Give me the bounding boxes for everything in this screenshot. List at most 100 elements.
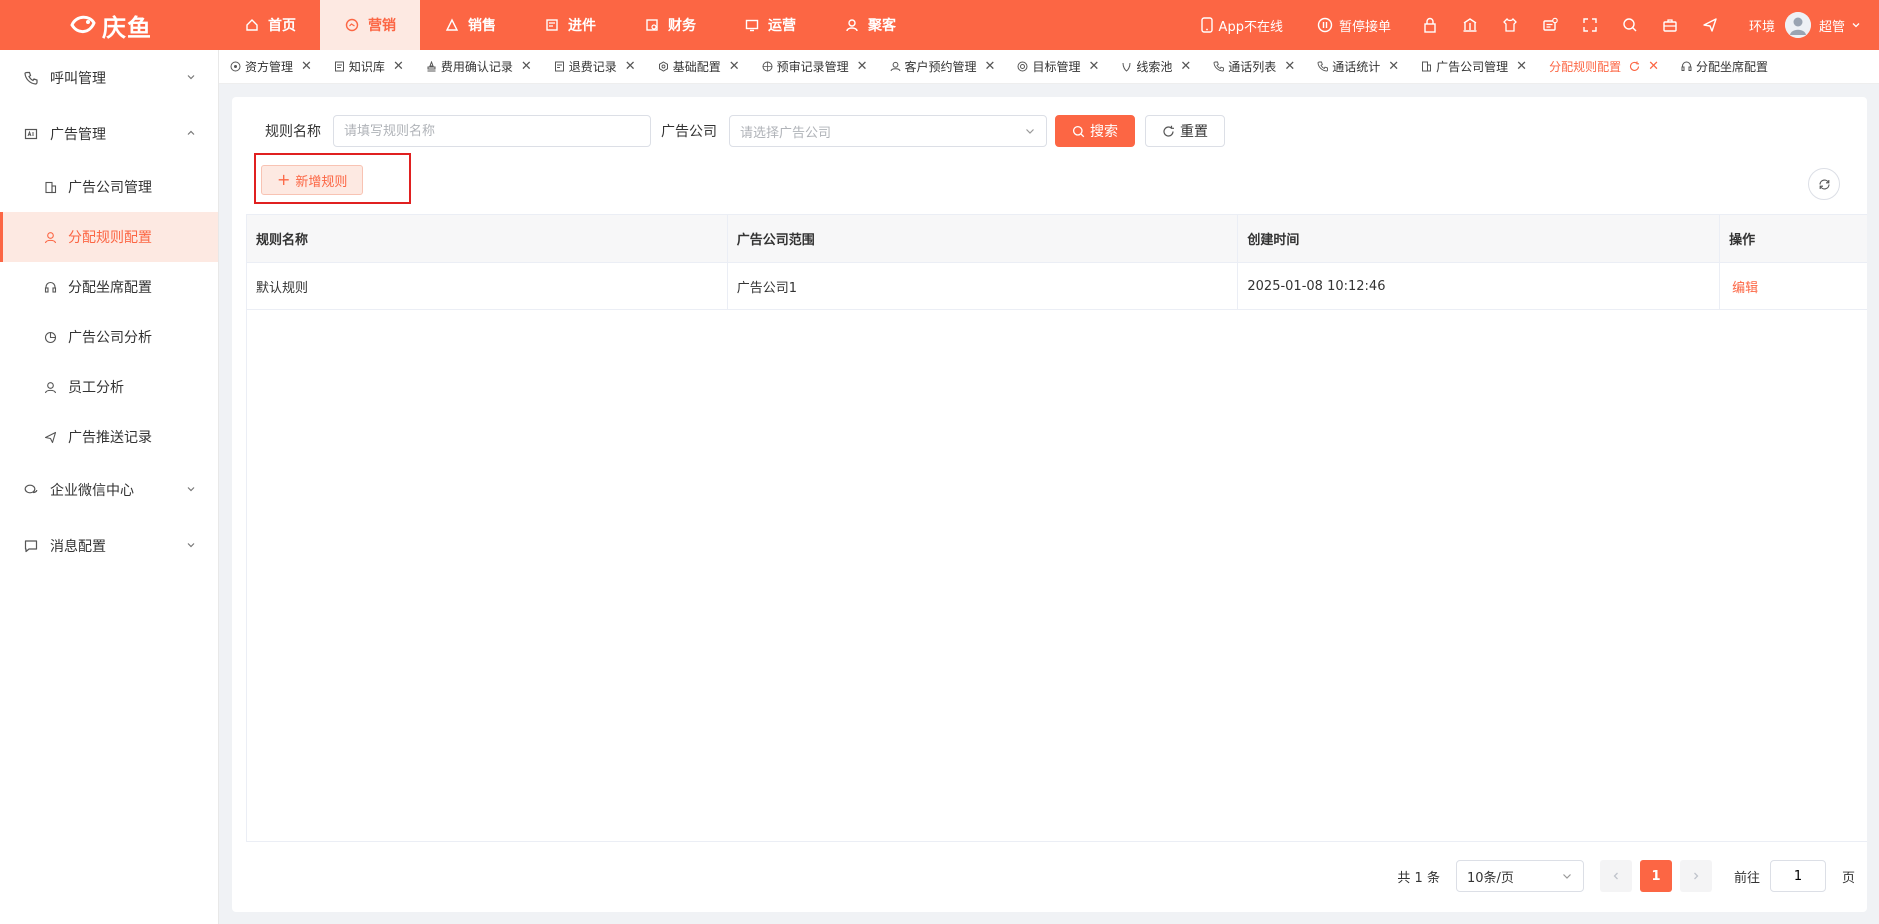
nav-operations[interactable]: 运营 xyxy=(720,0,820,50)
sidebar-item-company-analysis[interactable]: 广告公司分析 xyxy=(0,312,218,362)
search-icon xyxy=(1072,125,1085,137)
user-icon xyxy=(890,61,901,72)
column-header: 创建时间 xyxy=(1238,215,1721,262)
document-icon xyxy=(334,61,345,72)
headset-icon xyxy=(1681,61,1692,72)
plus-icon: + xyxy=(277,170,291,189)
nav-home[interactable]: 首页 xyxy=(220,0,320,50)
edit-link[interactable]: 编辑 xyxy=(1729,277,1758,296)
nav-marketing[interactable]: 营销 xyxy=(320,0,420,50)
user-menu[interactable]: 超管 xyxy=(1819,16,1861,35)
close-icon[interactable]: ✕ xyxy=(625,59,636,74)
close-icon[interactable]: ✕ xyxy=(1284,59,1295,74)
refresh-icon[interactable] xyxy=(1629,61,1640,72)
operations-icon xyxy=(744,17,760,33)
briefcase-icon[interactable] xyxy=(1661,16,1679,34)
tab-customer-appointments[interactable]: 客户预约管理 ✕ xyxy=(879,50,1007,83)
nav-sales[interactable]: 销售 xyxy=(420,0,520,50)
sidebar-item-staff-analysis[interactable]: 员工分析 xyxy=(0,362,218,412)
close-icon[interactable]: ✕ xyxy=(1088,59,1099,74)
sidebar-group-wechat[interactable]: 企业微信中心 xyxy=(0,462,218,518)
tab-basic-config[interactable]: 基础配置 ✕ xyxy=(647,50,751,83)
chevron-down-icon xyxy=(186,70,196,86)
sidebar-group-call[interactable]: 呼叫管理 xyxy=(0,50,218,106)
created-time-cell: 2025-01-08 10:12:46 xyxy=(1238,263,1721,309)
sidebar-item-ad-push-records[interactable]: 广告推送记录 xyxy=(0,412,218,462)
goto-label: 前往 xyxy=(1733,870,1760,886)
tab-investor-management[interactable]: 资方管理 ✕ xyxy=(219,50,323,83)
settings-icon xyxy=(658,61,669,72)
search-button[interactable]: 搜索 xyxy=(1055,115,1135,147)
sidebar: 呼叫管理 广告管理 广告公司管理 分配规则配置 分配坐席配置 广告公司分析 员工… xyxy=(0,50,219,924)
finance-icon xyxy=(644,17,660,33)
tab-call-statistics[interactable]: 通话统计 ✕ xyxy=(1306,50,1410,83)
page-size-select[interactable]: 10条/页 xyxy=(1455,860,1584,892)
tab-allocation-seats[interactable]: 分配坐席配置 xyxy=(1670,50,1779,83)
tab-call-list[interactable]: 通话列表 ✕ xyxy=(1202,50,1306,83)
nav-customers[interactable]: 聚客 xyxy=(820,0,920,50)
pause-orders-toggle[interactable]: 暂停接单 xyxy=(1317,16,1391,35)
tab-target-management[interactable]: 目标管理 ✕ xyxy=(1006,50,1110,83)
add-rule-button[interactable]: + 新增规则 xyxy=(261,165,364,195)
page-number-button[interactable]: 1 xyxy=(1639,860,1672,892)
tab-knowledge-base[interactable]: 知识库 ✕ xyxy=(323,50,415,83)
close-icon[interactable]: ✕ xyxy=(1648,59,1659,74)
tab-fee-confirmation[interactable]: 费用确认记录 ✕ xyxy=(415,50,543,83)
table-refresh-button[interactable] xyxy=(1808,168,1840,200)
page-unit-label: 页 xyxy=(1841,870,1855,886)
sidebar-group-messages[interactable]: 消息配置 xyxy=(0,518,218,574)
shirt-icon[interactable] xyxy=(1501,16,1519,34)
goto-page-input[interactable] xyxy=(1769,860,1826,892)
rule-name-input[interactable] xyxy=(333,115,651,147)
close-icon[interactable]: ✕ xyxy=(301,59,312,74)
close-icon[interactable]: ✕ xyxy=(1180,59,1191,74)
sidebar-item-ad-company[interactable]: 广告公司管理 xyxy=(0,162,218,212)
tab-ad-company-management[interactable]: 广告公司管理 ✕ xyxy=(1410,50,1538,83)
bank-icon[interactable] xyxy=(1461,16,1479,34)
application-icon xyxy=(544,17,560,33)
total-count: 共 1 条 xyxy=(1397,870,1440,886)
gear-icon xyxy=(230,61,241,72)
tab-prereview-records[interactable]: 预审记录管理 ✕ xyxy=(751,50,879,83)
target-icon xyxy=(762,61,773,72)
phone-icon xyxy=(1317,61,1329,72)
nav-application[interactable]: 进件 xyxy=(520,0,620,50)
marketing-icon xyxy=(344,17,360,33)
close-icon[interactable]: ✕ xyxy=(985,59,996,74)
close-icon[interactable]: ✕ xyxy=(1388,59,1399,74)
sidebar-item-allocation-seats[interactable]: 分配坐席配置 xyxy=(0,262,218,312)
close-icon[interactable]: ✕ xyxy=(729,59,740,74)
next-page-button[interactable] xyxy=(1679,860,1712,892)
fullscreen-icon[interactable] xyxy=(1581,16,1599,34)
tab-refund-records[interactable]: 退费记录 ✕ xyxy=(543,50,647,83)
headset-icon xyxy=(44,281,60,294)
tab-allocation-rules[interactable]: 分配规则配置 ✕ xyxy=(1538,50,1670,83)
send-icon[interactable] xyxy=(1701,16,1719,34)
close-icon[interactable]: ✕ xyxy=(857,59,868,74)
chevron-down-icon xyxy=(186,538,196,554)
chevron-left-icon xyxy=(1613,872,1618,880)
logo[interactable]: 庆鱼 xyxy=(0,0,220,50)
stamp-icon xyxy=(426,61,437,72)
close-icon[interactable]: ✕ xyxy=(521,59,532,74)
company-select[interactable]: 请选择广告公司 xyxy=(729,115,1047,147)
reset-button[interactable]: 重置 xyxy=(1145,115,1225,147)
company-scope-cell: 广告公司1 xyxy=(728,263,1239,309)
app-status[interactable]: App不在线 xyxy=(1200,16,1283,35)
main-content: 规则名称 广告公司 请选择广告公司 搜索 重置 + 新增规则 规则名称 广告公司… xyxy=(232,97,1867,912)
lock-icon[interactable] xyxy=(1421,16,1439,34)
tab-lead-pool[interactable]: 线索池 ✕ xyxy=(1110,50,1202,83)
close-icon[interactable]: ✕ xyxy=(1516,59,1527,74)
sidebar-item-allocation-rules[interactable]: 分配规则配置 xyxy=(0,212,218,262)
chevron-right-icon xyxy=(1694,872,1699,880)
search-icon[interactable] xyxy=(1621,16,1639,34)
avatar[interactable] xyxy=(1784,12,1811,38)
sales-icon xyxy=(444,17,460,33)
nav-finance[interactable]: 财务 xyxy=(620,0,720,50)
environment-label[interactable]: 环境 xyxy=(1749,16,1775,35)
chevron-up-icon xyxy=(186,126,196,142)
notification-icon[interactable] xyxy=(1541,16,1559,34)
prev-page-button[interactable] xyxy=(1599,860,1632,892)
close-icon[interactable]: ✕ xyxy=(393,59,404,74)
sidebar-group-ads[interactable]: 广告管理 xyxy=(0,106,218,162)
